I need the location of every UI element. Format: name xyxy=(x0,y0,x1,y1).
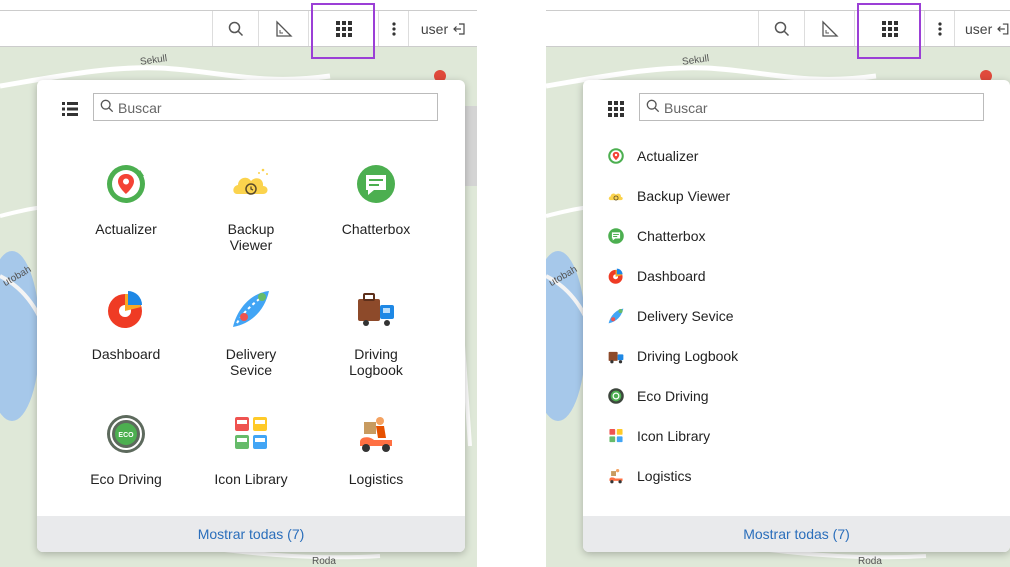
app-list-item-dashboard[interactable]: Dashboard xyxy=(607,264,706,288)
more-menu-button[interactable] xyxy=(924,11,955,46)
app-list-item-driving-logbook[interactable]: Driving Logbook xyxy=(607,344,738,368)
map-label-place: Roda xyxy=(858,556,882,567)
logout-icon xyxy=(453,22,465,35)
list-view-toggle-icon[interactable] xyxy=(61,100,79,118)
apps-button-highlight xyxy=(311,3,375,59)
user-label: user xyxy=(965,20,993,37)
app-tile-actualizer[interactable]: Actualizer xyxy=(66,162,186,237)
app-list-item-eco-driving[interactable]: Eco Driving xyxy=(607,384,709,408)
app-list-item-backup-viewer[interactable]: Backup Viewer xyxy=(607,184,730,208)
icon-library-icon xyxy=(235,417,267,449)
apps-menu: Buscar Actualizer Backup Viewer Chatterb… xyxy=(37,80,465,552)
user-menu-button[interactable]: user xyxy=(954,11,1010,46)
eco-driving-icon: ECO xyxy=(107,415,145,453)
search-button[interactable] xyxy=(758,11,805,46)
more-menu-button[interactable] xyxy=(378,11,409,46)
logistics-icon xyxy=(609,469,623,484)
chatterbox-icon xyxy=(357,165,395,203)
user-menu-button[interactable]: user xyxy=(408,11,477,46)
dashboard-icon xyxy=(608,268,623,284)
measure-button[interactable] xyxy=(804,11,855,46)
app-tile-icon-library[interactable]: Icon Library xyxy=(191,412,311,487)
app-label: Driving Logbook xyxy=(349,346,403,378)
app-tile-eco-driving[interactable]: ECO Eco Driving xyxy=(66,412,186,487)
show-all-link[interactable]: Mostrar todas (7) xyxy=(37,516,465,552)
svg-text:ECO: ECO xyxy=(118,432,134,439)
search-icon xyxy=(228,21,244,36)
eco-driving-icon xyxy=(608,388,624,404)
app-tile-driving-logbook[interactable]: Driving Logbook xyxy=(316,287,436,378)
app-label: Chatterbox xyxy=(637,228,706,244)
measure-button[interactable] xyxy=(258,11,309,46)
delivery-service-icon xyxy=(608,308,624,324)
map-label-place: Roda xyxy=(312,556,336,567)
chatterbox-icon xyxy=(608,228,624,244)
left-panel-grid-view: Sekull utobah Roda user Buscar Actualize… xyxy=(0,0,477,567)
app-label: Delivery Sevice xyxy=(225,346,277,378)
app-label: Eco Driving xyxy=(637,388,709,404)
backup-viewer-icon xyxy=(608,193,623,201)
app-label: Logistics xyxy=(637,468,692,484)
apps-menu-header: Buscar xyxy=(583,80,1010,136)
app-tile-delivery-service[interactable]: Delivery Sevice xyxy=(191,287,311,378)
icon-library-icon xyxy=(609,429,623,443)
search-placeholder: Buscar xyxy=(664,100,708,116)
apps-button-highlight xyxy=(857,3,921,59)
user-label: user xyxy=(420,20,449,37)
search-icon xyxy=(774,21,790,36)
app-label: Delivery Sevice xyxy=(637,308,734,324)
show-all-link[interactable]: Mostrar todas (7) xyxy=(583,516,1010,552)
search-icon xyxy=(100,99,114,113)
app-label: Icon Library xyxy=(637,428,711,444)
app-list-item-icon-library[interactable]: Icon Library xyxy=(607,424,710,448)
app-tile-chatterbox[interactable]: Chatterbox xyxy=(316,162,436,237)
vertical-dots-icon xyxy=(392,21,396,36)
app-label: Actualizer xyxy=(95,221,157,237)
vertical-dots-icon xyxy=(938,21,942,36)
search-placeholder: Buscar xyxy=(118,100,162,116)
driving-logbook-icon xyxy=(358,293,394,326)
app-label: Icon Library xyxy=(214,471,288,487)
app-label: Backup Viewer xyxy=(227,221,275,253)
actualizer-icon xyxy=(608,148,624,164)
actualizer-icon xyxy=(107,165,145,203)
app-list-item-logistics[interactable]: Logistics xyxy=(607,464,691,488)
app-label: Eco Driving xyxy=(90,471,162,487)
app-label: Actualizer xyxy=(637,148,699,164)
search-input[interactable]: Buscar xyxy=(93,93,438,121)
toolbar: user xyxy=(0,10,477,47)
apps-menu: Buscar Actualizer Backup Viewer Chatterb… xyxy=(583,80,1010,552)
app-tile-logistics[interactable]: Logistics xyxy=(316,412,436,487)
toolbar: user xyxy=(546,10,1010,47)
app-list-item-actualizer[interactable]: Actualizer xyxy=(607,144,698,168)
right-panel-list-view: Sekull utobah Roda user Buscar Actualize… xyxy=(546,0,1010,567)
search-input[interactable]: Buscar xyxy=(639,93,984,121)
app-tile-backup-viewer[interactable]: Backup Viewer xyxy=(191,162,311,253)
app-list-item-delivery-service[interactable]: Delivery Sevice xyxy=(607,304,733,328)
app-list-item-chatterbox[interactable]: Chatterbox xyxy=(607,224,705,248)
logout-icon xyxy=(997,22,1009,35)
app-label: Chatterbox xyxy=(341,221,411,237)
logistics-icon xyxy=(360,417,392,452)
app-label: Dashboard xyxy=(637,268,706,284)
app-tile-dashboard[interactable]: Dashboard xyxy=(66,287,186,362)
app-label: Logistics xyxy=(348,471,404,487)
app-label: Backup Viewer xyxy=(637,188,731,204)
dashboard-icon xyxy=(108,291,142,328)
app-label: Driving Logbook xyxy=(637,348,739,364)
apps-menu-header: Buscar xyxy=(37,80,465,136)
search-icon xyxy=(646,99,660,113)
ruler-icon xyxy=(822,19,839,37)
app-label: Dashboard xyxy=(91,346,161,362)
search-button[interactable] xyxy=(212,11,259,46)
backup-viewer-icon xyxy=(233,168,268,195)
grid-view-toggle-icon[interactable] xyxy=(607,100,625,118)
delivery-service-icon xyxy=(233,291,269,327)
driving-logbook-icon xyxy=(608,351,624,364)
ruler-icon xyxy=(276,19,293,37)
